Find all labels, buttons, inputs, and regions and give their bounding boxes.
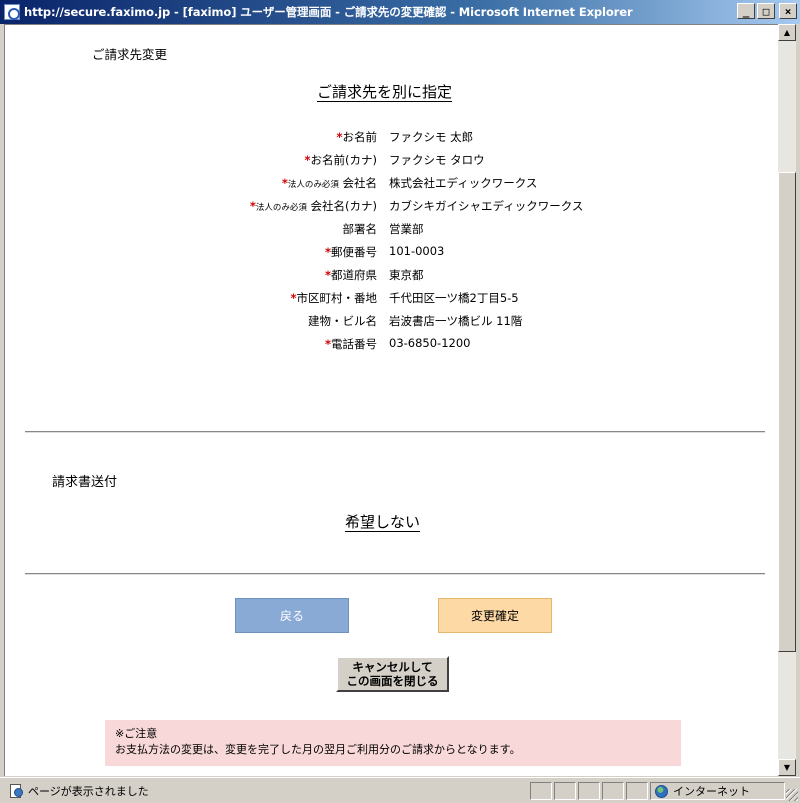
window-title: http://secure.faximo.jp - [faximo] ユーザー管…	[24, 5, 633, 19]
field-row-name-kana: *お名前(カナ) ファクシモ タロウ	[5, 152, 775, 172]
security-zone: インターネット	[650, 782, 785, 800]
billing-section-title: ご請求先変更	[92, 47, 168, 62]
status-text: ページが表示されました	[28, 784, 149, 798]
close-button[interactable]: ×	[779, 3, 797, 19]
notice-title: ※ご注意	[115, 727, 158, 740]
field-value: ファクシモ 太郎	[389, 130, 474, 144]
page-done-icon	[8, 783, 24, 799]
status-panel	[530, 782, 552, 800]
field-row-company-kana: *法人のみ必須 会社名(カナ) カブシキガイシャエディックワークス	[5, 198, 775, 218]
field-value: 03-6850-1200	[389, 336, 471, 350]
page-viewport: ご請求先変更 ご請求先を別に指定 *お名前 ファクシモ 太郎 *お名前(カナ) …	[4, 24, 778, 776]
field-label: 建物・ビル名	[308, 314, 377, 328]
field-value: 営業部	[389, 222, 424, 236]
field-value: 101-0003	[389, 244, 445, 258]
window-titlebar: http://secure.faximo.jp - [faximo] ユーザー管…	[0, 0, 800, 24]
resize-grip-icon[interactable]	[786, 789, 798, 801]
back-button[interactable]: 戻る	[235, 598, 349, 633]
field-label: *都道府県	[324, 268, 377, 282]
minimize-button[interactable]: _	[737, 3, 755, 19]
field-row-phone: *電話番号 03-6850-1200	[5, 336, 775, 356]
field-label: *電話番号	[324, 337, 377, 351]
field-label: *お名前(カナ)	[304, 153, 378, 167]
field-label: *市区町村・番地	[290, 291, 377, 305]
status-panels	[530, 782, 648, 800]
invoice-section-title: 請求書送付	[52, 475, 118, 490]
field-row-prefecture: *都道府県 東京都	[5, 267, 775, 287]
field-label: *お名前	[336, 130, 377, 144]
window-controls: _ □ ×	[737, 3, 797, 19]
corp-only-note: 法人のみ必須	[287, 180, 339, 190]
field-label: 部署名	[342, 222, 378, 236]
divider	[25, 573, 765, 575]
invoice-delivery-value: 希望しない	[345, 513, 421, 531]
field-label: *法人のみ必須 会社名	[281, 176, 377, 190]
field-label: *郵便番号	[324, 245, 377, 259]
notice-box: ※ご注意 お支払方法の変更は、変更を完了した月の翌月ご利用分のご請求からとなりま…	[105, 720, 681, 766]
cancel-label-line1: キャンセルして	[352, 660, 433, 674]
field-row-building: 建物・ビル名 岩波書店一ツ橋ビル 11階	[5, 313, 775, 333]
internet-zone-icon	[655, 784, 668, 798]
status-panel	[578, 782, 600, 800]
field-label: *法人のみ必須 会社名(カナ)	[249, 199, 377, 213]
scroll-down-arrow-icon[interactable]: ▼	[778, 759, 796, 776]
status-panel	[554, 782, 576, 800]
field-row-company: *法人のみ必須 会社名 株式会社エディックワークス	[5, 175, 775, 195]
status-panel	[602, 782, 624, 800]
divider	[25, 431, 765, 433]
status-bar: ページが表示されました インターネット	[0, 777, 800, 803]
field-value: 岩波書店一ツ橋ビル 11階	[389, 314, 523, 328]
field-row-name: *お名前 ファクシモ 太郎	[5, 129, 775, 149]
maximize-button[interactable]: □	[757, 3, 775, 19]
billing-heading: ご請求先を別に指定	[317, 83, 453, 101]
status-panel	[626, 782, 648, 800]
field-row-address: *市区町村・番地 千代田区一ツ橋2丁目5-5	[5, 290, 775, 310]
scrollbar-thumb[interactable]	[778, 172, 796, 652]
notice-text: お支払方法の変更は、変更を完了した月の翌月ご利用分のご請求からとなります。	[115, 743, 521, 756]
ie-app-icon	[4, 4, 20, 20]
field-value: 千代田区一ツ橋2丁目5-5	[389, 291, 519, 305]
confirm-change-button[interactable]: 変更確定	[438, 598, 552, 633]
vertical-scrollbar[interactable]: ▲ ▼	[778, 24, 796, 776]
field-value: カブシキガイシャエディックワークス	[389, 199, 584, 213]
field-value: 東京都	[389, 268, 424, 282]
field-row-department: 部署名 営業部	[5, 221, 775, 241]
zone-label: インターネット	[673, 785, 750, 798]
cancel-label-line2: この画面を閉じる	[346, 674, 439, 688]
field-value: ファクシモ タロウ	[389, 153, 485, 167]
corp-only-note: 法人のみ必須	[255, 203, 307, 213]
cancel-close-button[interactable]: キャンセルして この画面を閉じる	[336, 656, 449, 692]
field-value: 株式会社エディックワークス	[389, 176, 538, 190]
scroll-up-arrow-icon[interactable]: ▲	[778, 24, 796, 41]
field-row-postal-code: *郵便番号 101-0003	[5, 244, 775, 264]
